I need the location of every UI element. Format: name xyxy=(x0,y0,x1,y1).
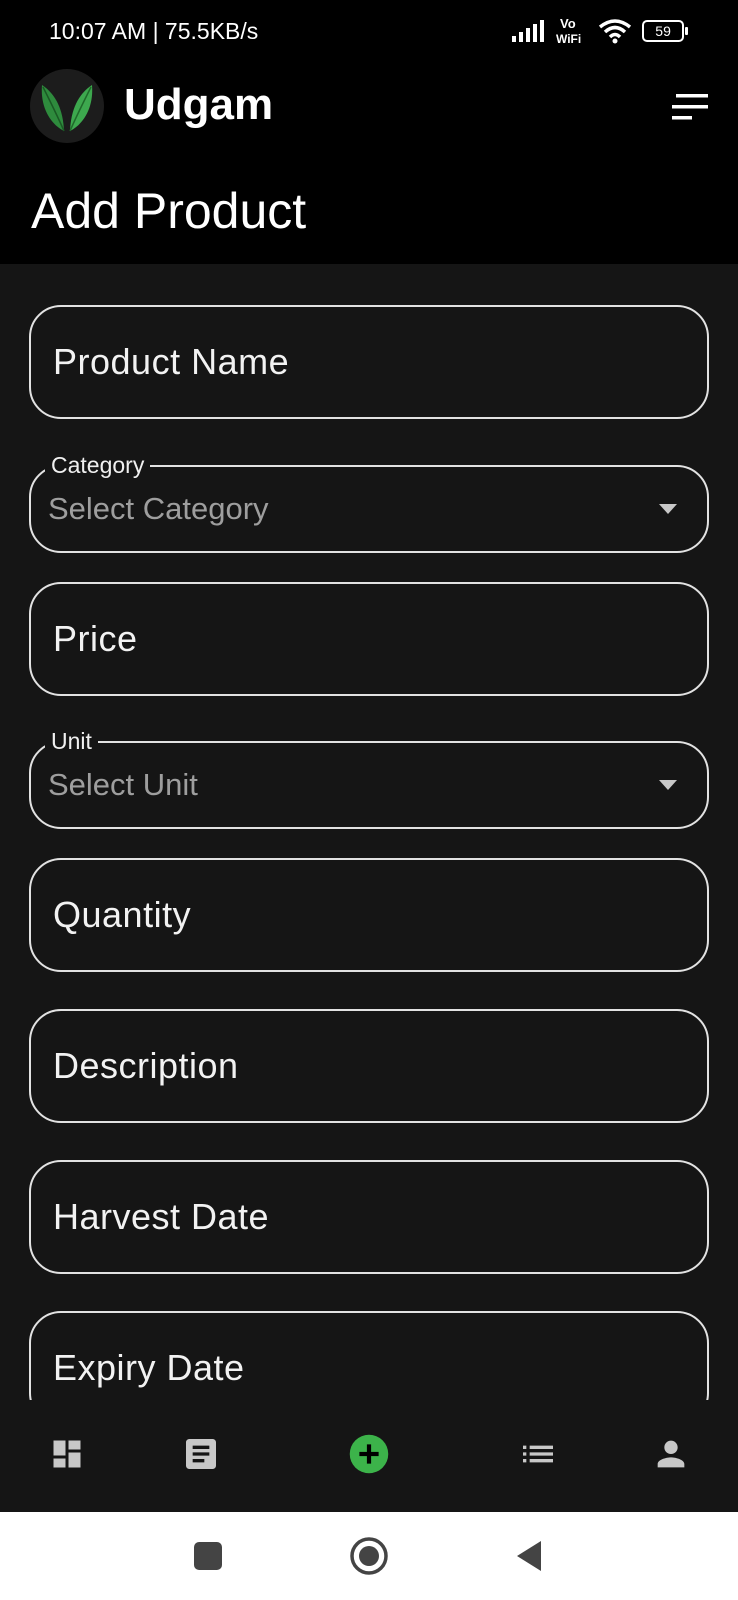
recents-button[interactable] xyxy=(184,1532,232,1580)
list-icon xyxy=(523,1445,553,1463)
vowifi-text-vo: Vo xyxy=(560,16,576,31)
bottom-navigation xyxy=(0,1400,738,1512)
status-bar: 10:07 AM | 75.5KB/s Vo WiFi 59 xyxy=(0,0,738,64)
add-circle-icon xyxy=(349,1434,389,1474)
system-navigation-bar xyxy=(0,1512,738,1600)
status-time: 10:07 AM | 75.5KB/s xyxy=(49,18,259,44)
home-button[interactable] xyxy=(345,1532,393,1580)
category-dropdown[interactable]: Category Select Category xyxy=(29,451,709,553)
sort-menu-icon xyxy=(672,94,708,120)
nav-dashboard[interactable] xyxy=(41,1428,93,1480)
page-title: Add Product xyxy=(31,183,307,239)
back-button[interactable] xyxy=(505,1532,553,1580)
nav-add-product[interactable] xyxy=(343,1428,395,1480)
category-value: Select Category xyxy=(48,491,269,526)
battery-level: 59 xyxy=(655,23,671,39)
app-title: Udgam xyxy=(124,80,274,129)
menu-button[interactable] xyxy=(670,90,710,124)
vowifi-text-wifi: WiFi xyxy=(556,32,581,46)
status-icons: Vo WiFi 59 xyxy=(512,14,688,48)
nav-orders[interactable] xyxy=(175,1428,227,1480)
description-field[interactable]: Description xyxy=(29,1009,709,1123)
app-logo xyxy=(30,69,104,143)
harvest-date-field[interactable]: Harvest Date xyxy=(29,1160,709,1274)
description-placeholder: Description xyxy=(53,1045,239,1086)
battery-icon: 59 xyxy=(642,20,688,42)
signal-icon xyxy=(512,20,544,42)
expiry-date-field[interactable]: Expiry Date xyxy=(29,1311,709,1400)
harvest-date-placeholder: Harvest Date xyxy=(53,1196,270,1237)
square-icon xyxy=(194,1542,222,1570)
nav-profile[interactable] xyxy=(645,1428,697,1480)
dashboard-icon xyxy=(53,1440,81,1468)
price-placeholder: Price xyxy=(53,618,138,659)
unit-label: Unit xyxy=(45,727,98,755)
unit-dropdown[interactable]: Unit Select Unit xyxy=(29,727,709,829)
price-field[interactable]: Price xyxy=(29,582,709,696)
article-icon xyxy=(186,1439,216,1469)
unit-value: Select Unit xyxy=(48,767,198,802)
nav-listings[interactable] xyxy=(512,1428,564,1480)
expiry-date-placeholder: Expiry Date xyxy=(53,1347,245,1388)
home-circle-icon xyxy=(350,1537,388,1575)
add-product-form: Product Name Category Select Category Pr… xyxy=(0,264,738,1400)
chevron-down-icon xyxy=(659,504,677,514)
person-icon xyxy=(657,1440,685,1468)
back-triangle-icon xyxy=(517,1541,541,1571)
product-name-placeholder: Product Name xyxy=(53,341,290,382)
category-label: Category xyxy=(45,451,151,479)
wifi-icon xyxy=(598,19,632,44)
quantity-field[interactable]: Quantity xyxy=(29,858,709,972)
leaf-logo-icon xyxy=(41,85,93,132)
vowifi-icon: Vo WiFi xyxy=(556,16,581,46)
app-bar: Udgam Add Product xyxy=(0,64,738,264)
quantity-placeholder: Quantity xyxy=(53,894,192,935)
product-name-field[interactable]: Product Name xyxy=(29,305,709,419)
chevron-down-icon xyxy=(659,780,677,790)
